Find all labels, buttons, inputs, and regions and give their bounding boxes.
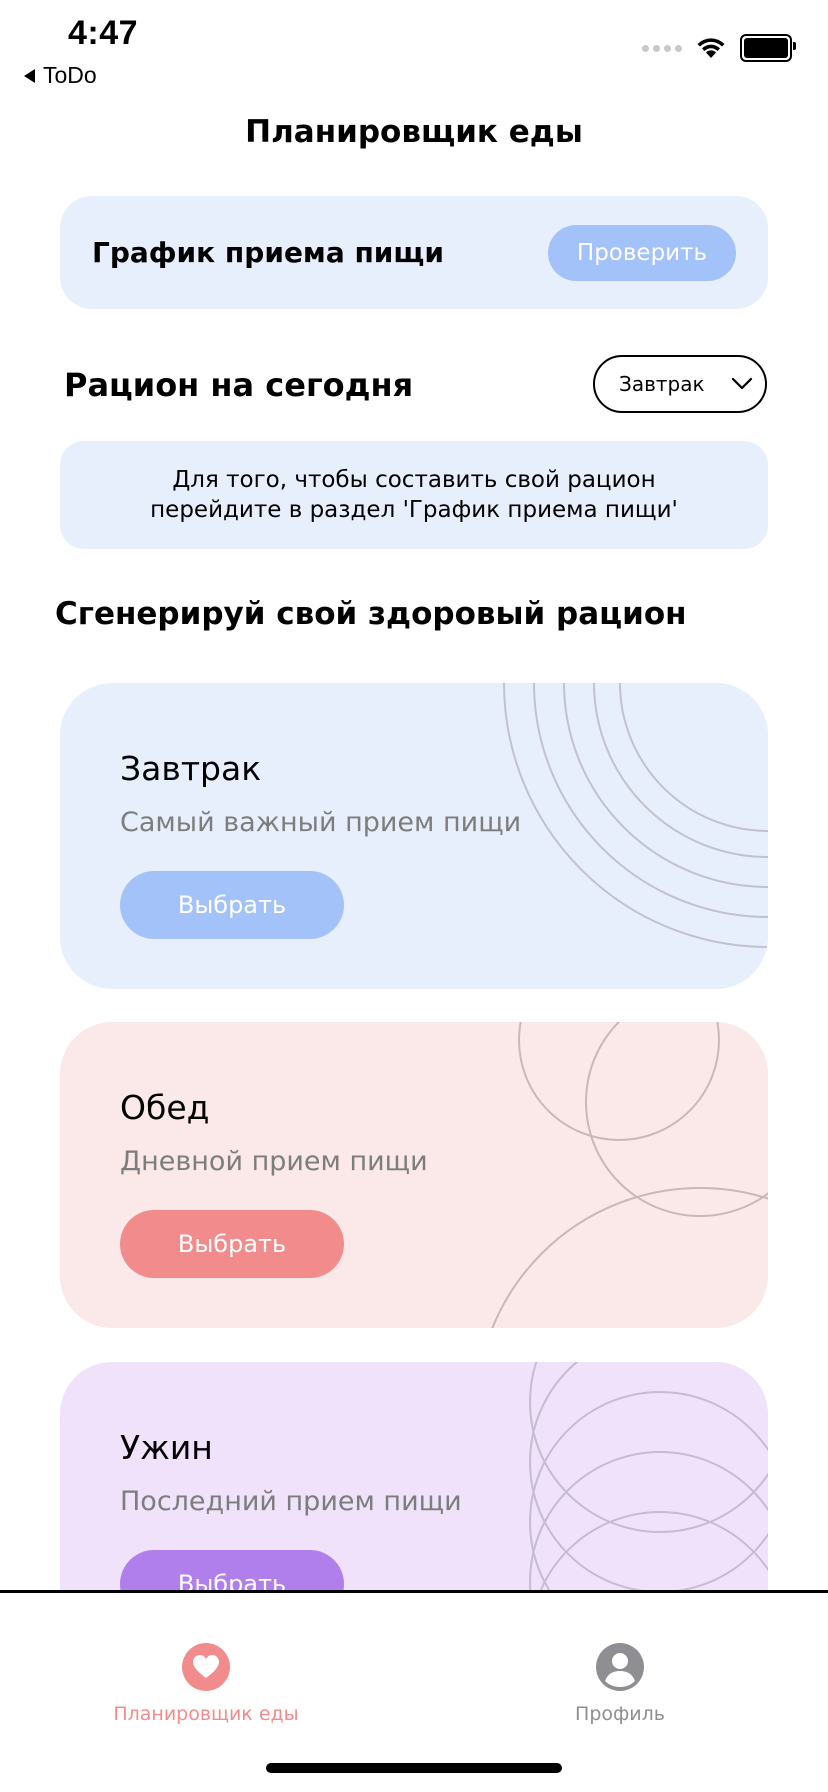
tab-profile[interactable]: Профиль [490, 1643, 750, 1725]
meal-name: Ужин [120, 1428, 213, 1467]
battery-icon [740, 34, 796, 62]
meal-schedule-label: График приема пищи [92, 236, 444, 269]
cellular-signal-icon [642, 44, 682, 52]
meal-description: Последний прием пищи [120, 1486, 462, 1517]
generate-ration-title: Сгенерируй свой здоровый рацион [55, 596, 687, 632]
choose-breakfast-button[interactable]: Выбрать [120, 871, 344, 939]
page-title: Планировщик еды [245, 114, 583, 150]
ration-info-message: Для того, чтобы составить свой рацион пе… [60, 441, 768, 549]
back-to-todo-link[interactable]: ToDo [24, 62, 97, 89]
choose-lunch-button[interactable]: Выбрать [120, 1210, 344, 1278]
profile-icon [596, 1643, 644, 1691]
breakfast-card: Завтрак Самый важный прием пищи Выбрать [60, 683, 768, 989]
back-arrow-icon [24, 68, 35, 83]
chevron-down-icon [731, 377, 752, 390]
check-schedule-button[interactable]: Проверить [548, 225, 736, 281]
tab-label: Планировщик еды [113, 1703, 299, 1725]
home-indicator[interactable] [266, 1763, 562, 1773]
tab-label: Профиль [575, 1703, 665, 1725]
meal-name: Завтрак [120, 749, 262, 788]
ration-today-title: Рацион на сегодня [64, 366, 414, 404]
meal-schedule-card: График приема пищи Проверить [60, 196, 768, 309]
meal-name: Обед [120, 1088, 210, 1127]
meal-description: Дневной прием пищи [120, 1146, 428, 1177]
heart-icon [182, 1643, 230, 1691]
status-icons [642, 34, 796, 62]
tab-bar: Планировщик еды Профиль [0, 1590, 828, 1792]
meal-description: Самый важный прием пищи [120, 807, 522, 838]
meal-type-select[interactable]: Завтрак [593, 355, 767, 413]
tab-meal-planner[interactable]: Планировщик еды [76, 1643, 336, 1725]
back-link-label: ToDo [43, 62, 97, 88]
lunch-card: Обед Дневной прием пищи Выбрать [60, 1022, 768, 1328]
meal-type-select-value: Завтрак [619, 372, 705, 396]
wifi-icon [697, 38, 725, 58]
status-time: 4:47 [68, 14, 139, 52]
